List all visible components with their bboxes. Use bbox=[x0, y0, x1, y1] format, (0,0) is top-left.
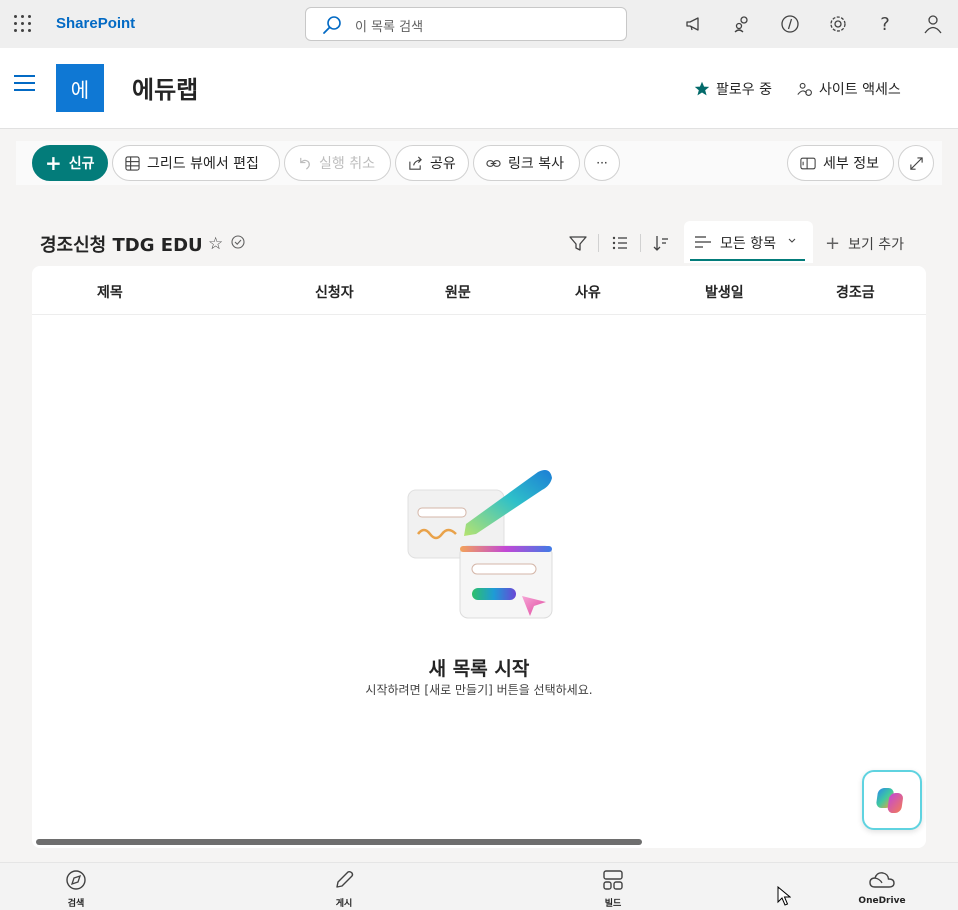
view-selector-tab[interactable]: 모든 항목 bbox=[684, 221, 813, 263]
follow-label: 팔로우 중 bbox=[716, 82, 772, 98]
layout-icon bbox=[603, 870, 623, 890]
plus-icon: + bbox=[45, 151, 62, 175]
pen-icon bbox=[336, 870, 354, 888]
details-label: 세부 정보 bbox=[823, 156, 879, 172]
more-options-button[interactable]: ··· bbox=[584, 145, 620, 181]
copilot-icon bbox=[876, 788, 903, 813]
empty-state-title: 새 목록 시작 bbox=[428, 658, 530, 680]
edit-grid-label: 그리드 뷰에서 편집 bbox=[147, 156, 259, 172]
gear-icon[interactable] bbox=[826, 12, 850, 36]
copy-link-button[interactable]: 링크 복사 bbox=[473, 145, 580, 181]
person-icon[interactable] bbox=[921, 12, 945, 36]
access-label: 사이트 액세스 bbox=[819, 82, 901, 98]
copy-link-label: 링크 복사 bbox=[508, 156, 564, 172]
site-logo[interactable]: 에 bbox=[56, 64, 104, 112]
checkmark-circle-icon[interactable] bbox=[231, 235, 245, 249]
add-view-label: 보기 추가 bbox=[848, 236, 905, 253]
mouse-cursor-icon bbox=[777, 886, 791, 906]
divider bbox=[598, 234, 599, 252]
site-title[interactable]: 에듀랩 bbox=[132, 70, 198, 105]
column-header-date[interactable]: 발생일 bbox=[705, 282, 744, 302]
star-outline-icon[interactable]: ☆ bbox=[208, 234, 223, 254]
new-item-button[interactable]: + 신규 bbox=[32, 145, 108, 181]
share-label: 공유 bbox=[430, 156, 456, 172]
active-view-indicator bbox=[690, 259, 805, 261]
cloud-icon bbox=[869, 872, 895, 888]
list-panel: 제목 신청자 원문 사유 발생일 경조금 새 목록 시작 시작하려면 [새로 만… bbox=[32, 266, 926, 848]
megaphone-icon[interactable] bbox=[682, 12, 706, 36]
details-pane-button[interactable]: 세부 정보 bbox=[787, 145, 894, 181]
help-icon[interactable]: ? bbox=[873, 12, 897, 36]
undo-button[interactable]: 실행 취소 bbox=[284, 145, 391, 181]
list-view-icon[interactable] bbox=[610, 233, 630, 253]
search-placeholder: 이 목록 검색 bbox=[355, 20, 424, 35]
expand-button[interactable] bbox=[898, 145, 934, 181]
compass-icon bbox=[66, 870, 86, 890]
sort-icon[interactable] bbox=[651, 233, 671, 253]
column-header-original[interactable]: 원문 bbox=[445, 282, 471, 302]
view-name-label: 모든 항목 bbox=[720, 236, 776, 252]
column-header-title[interactable]: 제목 bbox=[97, 282, 123, 302]
divider bbox=[640, 234, 641, 252]
grid-icon bbox=[125, 155, 140, 171]
appbar-item-build[interactable]: 빌드 bbox=[573, 867, 653, 909]
follow-button[interactable]: 팔로우 중 bbox=[694, 79, 772, 99]
suite-bar: SharePoint 이 목록 검색 ? bbox=[0, 0, 958, 48]
filter-icon[interactable] bbox=[568, 233, 588, 253]
expand-icon bbox=[909, 156, 923, 170]
copilot-button[interactable] bbox=[862, 770, 922, 830]
appbar-item-onedrive[interactable]: OneDrive bbox=[842, 867, 922, 906]
appbar-item-publish[interactable]: 게시 bbox=[304, 867, 384, 909]
column-header-reason[interactable]: 사유 bbox=[575, 282, 601, 302]
sharepoint-brand-link[interactable]: SharePoint bbox=[56, 15, 135, 32]
people-network-icon[interactable] bbox=[730, 12, 754, 36]
horizontal-scrollbar[interactable] bbox=[36, 839, 642, 845]
search-input[interactable]: 이 목록 검색 bbox=[305, 7, 627, 41]
share-button[interactable]: 공유 bbox=[395, 145, 469, 181]
code-icon[interactable] bbox=[778, 12, 802, 36]
header-divider bbox=[32, 314, 926, 315]
empty-state-subtitle: 시작하려면 [새로 만들기] 버튼을 선택하세요. bbox=[365, 683, 593, 697]
column-header-amount[interactable]: 경조금 bbox=[836, 282, 875, 302]
chevron-down-icon bbox=[788, 238, 796, 243]
bottom-app-bar: 검색 게시 빌드 OneDrive bbox=[0, 862, 958, 910]
list-title: 경조신청 TDG EDU bbox=[40, 235, 203, 256]
undo-label: 실행 취소 bbox=[319, 156, 375, 172]
add-view-button[interactable]: + 보기 추가 bbox=[825, 233, 904, 254]
appbar-label: 검색 bbox=[67, 899, 85, 909]
people-settings-icon bbox=[797, 82, 812, 96]
more-icon: ··· bbox=[596, 156, 608, 170]
command-bar: + 신규 그리드 뷰에서 편집 실행 취소 공유 링크 복사 ··· 세부 정보 bbox=[16, 141, 942, 185]
app-launcher-icon[interactable] bbox=[12, 13, 34, 35]
undo-icon bbox=[300, 157, 310, 170]
appbar-label: OneDrive bbox=[858, 896, 906, 906]
search-icon bbox=[323, 16, 341, 34]
site-header: 에 에듀랩 팔로우 중 사이트 액세스 bbox=[0, 48, 958, 129]
info-panel-icon bbox=[800, 157, 816, 169]
view-lines-icon bbox=[695, 236, 711, 248]
appbar-label: 빌드 bbox=[604, 899, 622, 909]
new-item-label: 신규 bbox=[68, 156, 95, 172]
plus-icon: + bbox=[825, 233, 841, 254]
star-filled-icon bbox=[694, 81, 710, 96]
site-access-button[interactable]: 사이트 액세스 bbox=[797, 79, 901, 99]
empty-list-illustration bbox=[407, 470, 553, 619]
edit-grid-view-button[interactable]: 그리드 뷰에서 편집 bbox=[112, 145, 280, 181]
share-icon bbox=[409, 156, 422, 170]
appbar-label: 게시 bbox=[335, 899, 353, 909]
link-icon bbox=[486, 159, 501, 167]
hamburger-menu-icon[interactable] bbox=[14, 75, 35, 91]
column-header-applicant[interactable]: 신청자 bbox=[315, 282, 354, 302]
appbar-item-search[interactable]: 검색 bbox=[36, 867, 116, 909]
